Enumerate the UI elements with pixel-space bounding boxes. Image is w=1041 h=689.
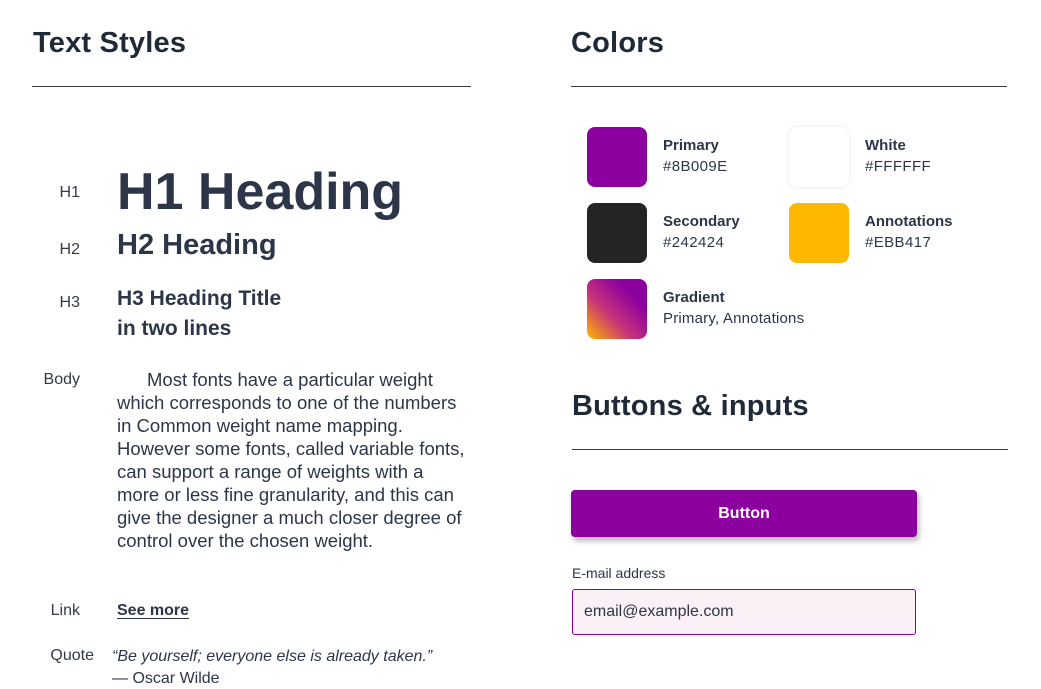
h2-style-label: H2: [59, 241, 80, 258]
h1-style-label: H1: [59, 184, 80, 201]
h2-heading-sample: H2 Heading: [117, 229, 277, 261]
colors-title: Colors: [571, 27, 665, 59]
gradient-color-swatch: [587, 279, 647, 339]
buttons-inputs-title: Buttons & inputs: [572, 390, 809, 422]
gradient-color-value: Primary, Annotations: [663, 310, 805, 327]
annotations-color-value: #EBB417: [865, 234, 932, 251]
email-field-label: E-mail address: [572, 565, 666, 581]
primary-color-swatch: [587, 127, 647, 187]
annotations-color-swatch: [789, 203, 849, 263]
see-more-link[interactable]: See more: [117, 602, 189, 620]
primary-color-value: #8B009E: [663, 158, 728, 175]
primary-button[interactable]: Button: [571, 490, 917, 537]
email-field[interactable]: [572, 589, 916, 635]
link-style-label: Link: [50, 602, 80, 619]
body-text-sample: Most fonts have a particular weight whic…: [117, 369, 465, 551]
h3-heading-sample: H3 Heading Title in two lines: [117, 287, 282, 340]
quote-text: “Be yourself; everyone else is already t…: [112, 648, 433, 665]
white-color-swatch: [789, 127, 849, 187]
text-styles-title: Text Styles: [33, 27, 187, 59]
white-color-value: #FFFFFF: [865, 158, 932, 175]
text-styles-divider: [32, 86, 471, 87]
colors-divider: [571, 86, 1007, 87]
body-style-label: Body: [43, 371, 80, 388]
primary-color-info: Primary #8B009E: [663, 137, 728, 175]
secondary-color-name: Secondary: [663, 213, 740, 230]
white-color-info: White #FFFFFF: [865, 137, 931, 175]
secondary-color-info: Secondary #242424: [663, 213, 740, 251]
annotations-color-name: Annotations: [865, 213, 953, 230]
gradient-color-name: Gradient: [663, 289, 725, 306]
secondary-color-swatch: [587, 203, 647, 263]
primary-color-name: Primary: [663, 137, 719, 154]
h3-style-label: H3: [59, 294, 80, 311]
buttons-inputs-divider: [572, 449, 1008, 450]
secondary-color-value: #242424: [663, 234, 725, 251]
h1-heading-sample: H1 Heading: [117, 163, 404, 221]
quote-style-label: Quote: [50, 647, 94, 664]
quote-author: — Oscar Wilde: [112, 670, 220, 687]
annotations-color-info: Annotations #EBB417: [865, 213, 953, 251]
gradient-color-info: Gradient Primary, Annotations: [663, 289, 804, 327]
white-color-name: White: [865, 137, 906, 154]
